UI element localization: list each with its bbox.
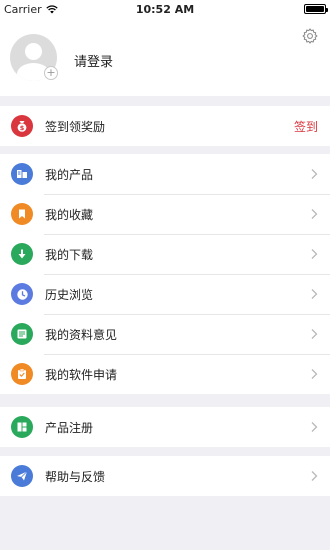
menu-item-products[interactable]: 我的产品 (0, 154, 330, 194)
chevron-right-icon (311, 209, 318, 219)
menu-item-label: 我的收藏 (45, 207, 94, 222)
gear-icon[interactable] (301, 27, 319, 45)
menu-item-downloads[interactable]: 我的下载 (0, 234, 330, 274)
checkin-label: 签到领奖励 (45, 119, 106, 134)
chevron-right-icon (311, 249, 318, 259)
document-icon (11, 323, 33, 345)
send-icon (11, 465, 33, 487)
menu-item-label: 帮助与反馈 (45, 469, 106, 484)
svg-text:$: $ (20, 124, 25, 132)
menu-item-feedback-docs[interactable]: 我的资料意见 (0, 314, 330, 354)
menu-item-label: 产品注册 (45, 420, 94, 435)
checkin-row[interactable]: $ 签到领奖励 签到 (0, 106, 330, 146)
menu-section: 我的产品 我的收藏 我的下载 历史浏览 我的资料意见 我的软件申请 (0, 154, 330, 394)
menu-item-product-registration[interactable]: 产品注册 (0, 407, 330, 447)
menu-item-history[interactable]: 历史浏览 (0, 274, 330, 314)
checkin-section: $ 签到领奖励 签到 (0, 106, 330, 146)
products-icon (11, 163, 33, 185)
help-section: 帮助与反馈 (0, 456, 330, 496)
money-bag-icon: $ (11, 115, 33, 137)
menu-item-label: 历史浏览 (45, 287, 94, 302)
clipboard-icon (11, 363, 33, 385)
checkin-button[interactable]: 签到 (294, 118, 318, 135)
chevron-right-icon (311, 422, 318, 432)
status-bar: Carrier 10:52 AM (0, 0, 330, 18)
download-icon (11, 243, 33, 265)
status-time: 10:52 AM (135, 2, 195, 16)
menu-item-label: 我的软件申请 (45, 367, 118, 382)
login-link[interactable]: 请登录 (74, 51, 113, 70)
menu-item-help-feedback[interactable]: 帮助与反馈 (0, 456, 330, 496)
register-section: 产品注册 (0, 407, 330, 447)
menu-item-label: 我的下载 (45, 247, 94, 262)
menu-item-software-requests[interactable]: 我的软件申请 (0, 354, 330, 394)
grid-icon (11, 416, 33, 438)
profile-header: + 请登录 (0, 18, 330, 96)
chevron-right-icon (311, 471, 318, 481)
bookmark-icon (11, 203, 33, 225)
battery-icon (304, 4, 328, 14)
clock-icon (11, 283, 33, 305)
chevron-right-icon (311, 369, 318, 379)
menu-item-favorites[interactable]: 我的收藏 (0, 194, 330, 234)
menu-item-label: 我的产品 (45, 167, 94, 182)
menu-item-label: 我的资料意见 (45, 327, 118, 342)
chevron-right-icon (311, 329, 318, 339)
avatar-add-icon[interactable]: + (44, 66, 58, 80)
chevron-right-icon (311, 169, 318, 179)
chevron-right-icon (311, 289, 318, 299)
